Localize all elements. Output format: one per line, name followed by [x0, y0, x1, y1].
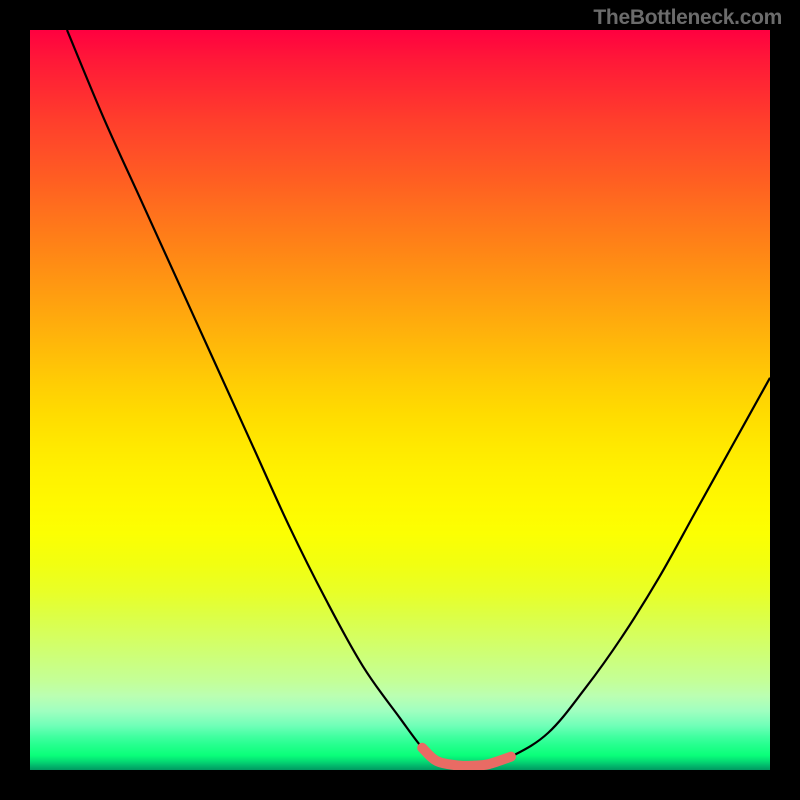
curve-layer	[30, 30, 770, 770]
watermark-text: TheBottleneck.com	[593, 6, 782, 30]
optimal-range-marker	[422, 748, 511, 766]
bottleneck-curve	[67, 30, 770, 766]
chart-container: TheBottleneck.com	[0, 0, 800, 800]
bottleneck-gradient-plot	[30, 30, 770, 770]
